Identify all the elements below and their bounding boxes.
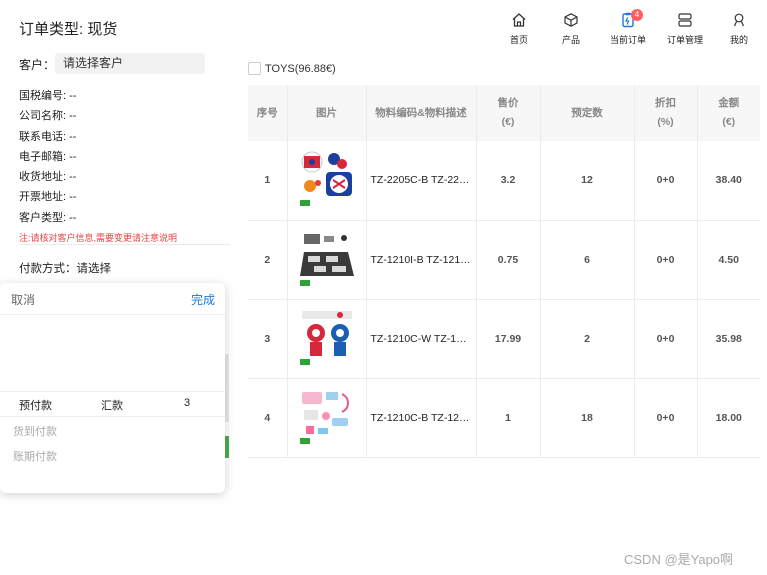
- payment-method-row[interactable]: 付款方式：请选择: [19, 260, 111, 276]
- row-price: 0.75: [476, 220, 541, 300]
- table-header-row: 序号 图片 物料编码&物料描述 售价 (€) 预定数 折扣 (%) 金额 (€): [248, 85, 760, 141]
- picker-selection-bottom: [0, 416, 225, 417]
- row-image: [287, 378, 367, 458]
- row-index: 1: [248, 141, 288, 221]
- info-email: 电子邮箱: --: [19, 150, 77, 163]
- order-management-icon: [677, 12, 693, 28]
- row-discount: 0+0: [634, 378, 698, 458]
- nav-products[interactable]: 产品: [546, 12, 596, 46]
- home-icon: [511, 12, 527, 28]
- row-index: 3: [248, 299, 288, 379]
- watermark: CSDN @是Yapo啊: [624, 552, 734, 567]
- payment-method-label: 付款方式：: [19, 263, 77, 275]
- row-image: [287, 299, 367, 379]
- picker-divider: [0, 314, 225, 315]
- info-shipping-address: 收货地址: --: [19, 171, 77, 184]
- doctor-kit-image: [297, 387, 356, 448]
- soccer-toy-set-image: [297, 150, 356, 211]
- nav-order-management-label: 订单管理: [666, 35, 703, 45]
- row-index: 2: [248, 220, 288, 300]
- info-billing-address: 开票地址: --: [19, 191, 77, 204]
- row-quantity[interactable]: 12: [540, 141, 635, 221]
- divider: [19, 244, 230, 245]
- brand-label: TOYS(96.88€): [265, 63, 336, 75]
- brand-checkbox[interactable]: [248, 62, 261, 75]
- nav-home[interactable]: 首页: [494, 12, 544, 46]
- row-amount: 18.00: [697, 378, 760, 458]
- row-code: TZ-1210C-B TZ-1210C-B: [366, 378, 477, 458]
- row-price: 1: [476, 378, 541, 458]
- header-price: 售价 (€): [476, 85, 541, 141]
- picker-option-cod[interactable]: 货到付款: [13, 423, 57, 439]
- robot-toy-image: [297, 308, 356, 369]
- row-code: TZ-2205C-B TZ-2205C-B: [366, 141, 477, 221]
- header-image: 图片: [287, 85, 367, 141]
- header-index: 序号: [248, 85, 288, 141]
- nav-order-management[interactable]: 订单管理: [660, 12, 710, 46]
- payment-picker-popup: 取消 完成 预付款 汇款 3 货到付款 账期付款: [0, 283, 225, 493]
- row-image: [287, 141, 367, 221]
- picker-selected-count[interactable]: 3: [184, 397, 190, 409]
- info-customer-type: 客户类型: --: [19, 211, 77, 224]
- customer-notice: 注:请核对客户信息,需要变更请注意说明: [19, 233, 178, 243]
- table-row[interactable]: 2 TZ-1210I-B TZ-1210I-B 0.75 6 0+0 4.50: [248, 220, 760, 300]
- row-price: 17.99: [476, 299, 541, 379]
- row-discount: 0+0: [634, 220, 698, 300]
- nav-mine-label: 我的: [729, 35, 748, 45]
- customer-info: 国税编号: -- 公司名称: -- 联系电话: -- 电子邮箱: -- 收货地址…: [19, 86, 229, 228]
- customer-label: 客户：: [19, 58, 56, 72]
- row-code: TZ-1210I-B TZ-1210I-B: [366, 220, 477, 300]
- row-discount: 0+0: [634, 299, 698, 379]
- current-order-icon: 4: [620, 9, 643, 28]
- row-code: TZ-1210C-W TZ-1210C-W: [366, 299, 477, 379]
- nav-mine[interactable]: 我的: [714, 12, 764, 46]
- table-row[interactable]: 1 TZ-2205C-B TZ-2205C-B 3.2 12 0+0 38.40: [248, 141, 760, 221]
- picker-cancel-button[interactable]: 取消: [11, 291, 35, 308]
- nav-current-order[interactable]: 4 当前订单: [603, 9, 653, 46]
- row-amount: 35.98: [697, 299, 760, 379]
- row-quantity[interactable]: 18: [540, 378, 635, 458]
- picker-selected-method[interactable]: 预付款: [19, 397, 52, 413]
- top-navigation: 首页 产品 4 当前订单 订单管理 我的: [494, 9, 764, 48]
- picker-done-button[interactable]: 完成: [191, 291, 215, 308]
- order-count-badge: 4: [631, 9, 643, 21]
- info-tax-number: 国税编号: --: [19, 90, 77, 102]
- row-amount: 4.50: [697, 220, 760, 300]
- picker-selection-top: [0, 391, 225, 392]
- picker-option-credit[interactable]: 账期付款: [13, 448, 57, 464]
- row-image: [287, 220, 367, 300]
- customer-select[interactable]: 请选择客户: [55, 53, 205, 74]
- user-icon: [731, 12, 747, 28]
- nav-products-label: 产品: [561, 35, 580, 45]
- info-company-name: 公司名称: --: [19, 110, 77, 123]
- nav-home-label: 首页: [509, 35, 528, 45]
- header-quantity: 预定数: [540, 85, 635, 141]
- table-row[interactable]: 3 TZ-1210C-W TZ-1210C-W 17.99 2 0+0 35.9…: [248, 299, 760, 379]
- row-price: 3.2: [476, 141, 541, 221]
- row-discount: 0+0: [634, 141, 698, 221]
- header-discount: 折扣 (%): [634, 85, 698, 141]
- row-quantity[interactable]: 6: [540, 220, 635, 300]
- nav-current-order-label: 当前订单: [609, 35, 646, 45]
- row-index: 4: [248, 378, 288, 458]
- row-quantity[interactable]: 2: [540, 299, 635, 379]
- product-box-icon: [563, 12, 579, 28]
- table-row[interactable]: 4 TZ-1210C-B TZ-1210C-B 1 18 0+0 18.00: [248, 378, 760, 458]
- header-amount: 金额 (€): [697, 85, 760, 141]
- payment-method-value: 请选择: [76, 263, 112, 275]
- chess-board-image: [297, 229, 356, 290]
- header-code: 物料编码&物料描述: [366, 85, 477, 141]
- order-table: 序号 图片 物料编码&物料描述 售价 (€) 预定数 折扣 (%) 金额 (€) 1: [248, 85, 760, 458]
- order-type-title: 订单类型: 现货: [19, 21, 118, 38]
- row-amount: 38.40: [697, 141, 760, 221]
- info-phone: 联系电话: --: [19, 130, 77, 143]
- picker-selected-type[interactable]: 汇款: [101, 397, 123, 413]
